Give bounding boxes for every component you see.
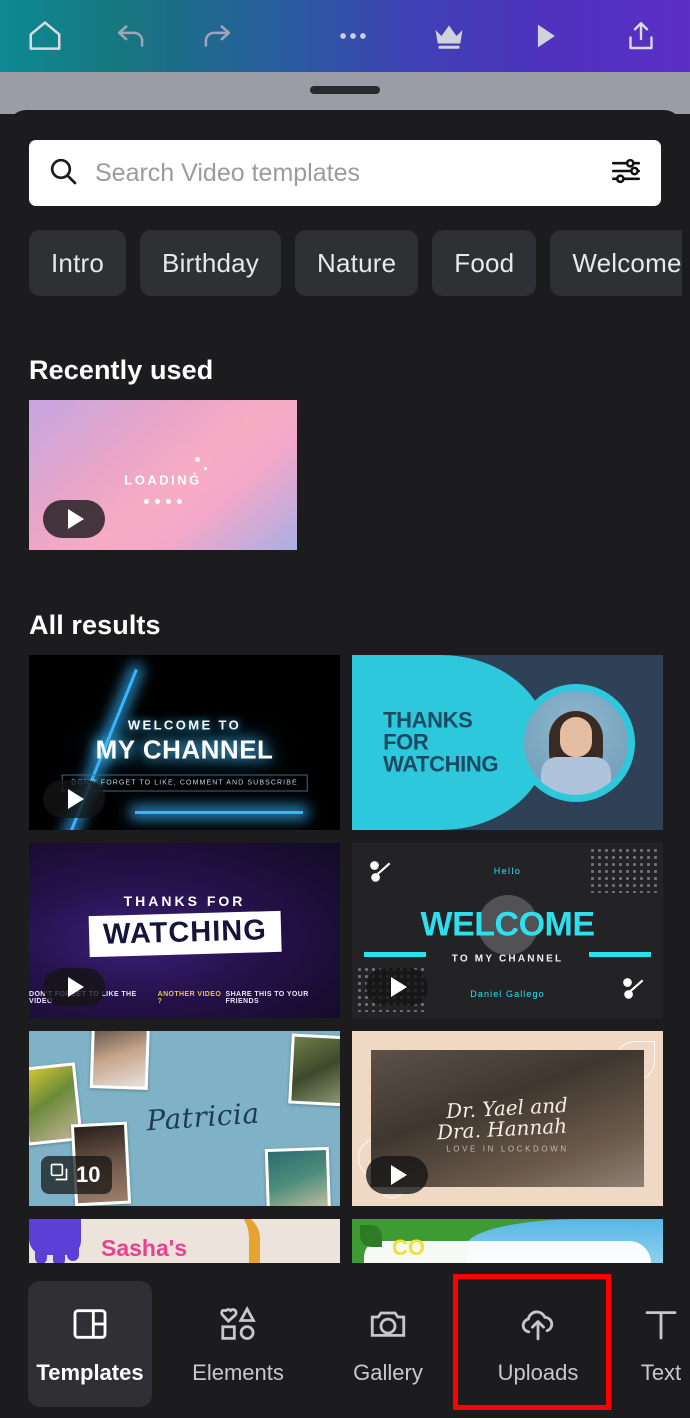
dot-pattern-decor — [589, 847, 659, 893]
filter-sliders-icon[interactable] — [609, 154, 643, 193]
scissors-icon — [621, 976, 647, 1002]
bar-decor — [364, 951, 426, 957]
bar-decor — [589, 951, 651, 957]
templates-icon — [70, 1302, 110, 1346]
template-line2: MY CHANNEL — [95, 734, 274, 764]
nav-label: Elements — [192, 1360, 284, 1385]
page-count-value: 10 — [76, 1162, 101, 1187]
play-badge[interactable] — [366, 968, 428, 1006]
template-line2: Dra. Hannah — [436, 1114, 568, 1145]
photo-thumbnail — [288, 1033, 340, 1107]
redo-icon[interactable] — [194, 13, 240, 59]
chip-food[interactable]: Food — [432, 230, 537, 296]
template-card-thanks-purple[interactable]: THANKS FOR WATCHING DON'T FORGET TO LIKE… — [29, 843, 340, 1018]
bottom-navigation: Templates Elements Gallery Uploads Text — [0, 1270, 690, 1418]
avatar — [517, 683, 636, 802]
play-badge[interactable] — [43, 968, 105, 1006]
template-card-welcome-channel[interactable]: Hello WELCOME TO MY CHANNEL Daniel Galle… — [352, 843, 663, 1018]
sheet-drag-handle[interactable] — [310, 86, 380, 94]
play-badge[interactable] — [43, 780, 105, 818]
loading-dots — [144, 499, 182, 504]
template-line1: CO — [392, 1235, 425, 1260]
template-card-my-channel-neon[interactable]: WELCOME TO MY CHANNEL DON'T FORGET TO LI… — [29, 655, 340, 830]
play-badge[interactable] — [366, 1156, 428, 1194]
app-root: Intro Birthday Nature Food Welcome Recen… — [0, 0, 690, 1418]
chip-intro[interactable]: Intro — [29, 230, 127, 296]
crown-icon[interactable] — [426, 13, 472, 59]
template-line2: WATCHING — [88, 910, 281, 958]
template-foot3: SHARE THIS TO YOUR FRIENDS — [225, 991, 309, 1005]
editor-toolbar — [0, 0, 690, 72]
chip-birthday[interactable]: Birthday — [140, 230, 282, 296]
chip-welcome[interactable]: Welcome — [550, 230, 682, 296]
chip-label: Welcome — [572, 247, 682, 278]
shapes-icon — [217, 1302, 259, 1346]
stack-icon — [49, 1162, 69, 1188]
photo-thumbnail — [89, 1031, 151, 1090]
recent-template-card[interactable]: LOADING — [29, 400, 297, 550]
chip-label: Birthday — [162, 247, 260, 278]
template-author: Daniel Gallego — [470, 988, 545, 999]
text-icon — [640, 1302, 682, 1346]
neon-stroke-decor — [134, 811, 303, 815]
nav-item-uploads[interactable]: Uploads — [476, 1281, 600, 1407]
template-card-wedding[interactable]: Dr. Yael and Dra. Hannah LOVE IN LOCKDOW… — [352, 1031, 663, 1206]
search-bar[interactable] — [29, 140, 661, 206]
template-hello: Hello — [493, 865, 522, 876]
template-line1: THANKS FOR — [123, 892, 246, 909]
drip-decor — [29, 1219, 81, 1263]
undo-icon[interactable] — [108, 13, 154, 59]
template-text-block: THANKS FOR WATCHING — [383, 706, 499, 777]
play-badge[interactable] — [43, 500, 105, 538]
loading-label: LOADING — [124, 472, 202, 487]
nav-label: Uploads — [497, 1360, 579, 1385]
chip-label: Nature — [317, 247, 397, 278]
template-foot2: ANOTHER VIDEO ? — [157, 991, 222, 1005]
chip-label: Intro — [51, 247, 105, 278]
toolbar-right-group — [330, 13, 664, 59]
nav-label: Text — [640, 1360, 682, 1385]
scissors-icon — [368, 859, 394, 885]
photo-thumbnail — [264, 1146, 332, 1206]
template-line2: FOR — [383, 729, 429, 755]
toolbar-left-group — [22, 13, 240, 59]
camera-icon — [367, 1302, 409, 1346]
category-chip-row[interactable]: Intro Birthday Nature Food Welcome — [29, 230, 682, 296]
template-card-patricia[interactable]: Patricia 10 — [29, 1031, 340, 1206]
nav-label: Gallery — [353, 1360, 423, 1385]
play-icon[interactable] — [522, 13, 568, 59]
template-line1: THANKS — [383, 706, 473, 732]
nav-item-gallery[interactable]: Gallery — [326, 1281, 450, 1407]
share-icon[interactable] — [618, 13, 664, 59]
search-icon — [47, 155, 79, 192]
template-line3: WATCHING — [383, 751, 499, 777]
template-card-green-nature[interactable]: CO — [352, 1219, 663, 1263]
curve-decor — [234, 1219, 260, 1263]
nav-item-text[interactable]: Text — [626, 1281, 690, 1407]
nav-label: Templates — [36, 1360, 144, 1385]
chip-label: Food — [454, 247, 515, 278]
template-line2: TO MY CHANNEL — [451, 953, 564, 964]
template-card-sashas[interactable]: Sasha's — [29, 1219, 340, 1263]
section-title-all-results: All results — [29, 610, 161, 640]
nav-item-elements[interactable]: Elements — [176, 1281, 300, 1407]
templates-panel: Intro Birthday Nature Food Welcome Recen… — [8, 110, 682, 1270]
template-line1: Sasha's — [101, 1235, 188, 1261]
upload-cloud-icon — [517, 1302, 559, 1346]
template-line1: WELCOME TO — [127, 717, 242, 733]
template-card-thanks-cyan[interactable]: THANKS FOR WATCHING — [352, 655, 663, 830]
more-options-icon[interactable] — [330, 13, 376, 59]
template-line3: LOVE IN LOCKDOWN — [446, 1144, 569, 1154]
page-count-badge: 10 — [41, 1156, 113, 1194]
home-icon[interactable] — [22, 13, 68, 59]
search-input[interactable] — [95, 158, 609, 188]
nav-item-templates[interactable]: Templates — [28, 1281, 152, 1407]
template-line1: Patricia — [145, 1096, 261, 1138]
template-line1: WELCOME — [420, 905, 595, 944]
sparkle-decor — [195, 457, 201, 462]
chip-nature[interactable]: Nature — [295, 230, 419, 296]
person-illustration — [539, 707, 613, 795]
section-title-recently-used: Recently used — [29, 355, 214, 385]
leaf-decor — [360, 1225, 382, 1247]
